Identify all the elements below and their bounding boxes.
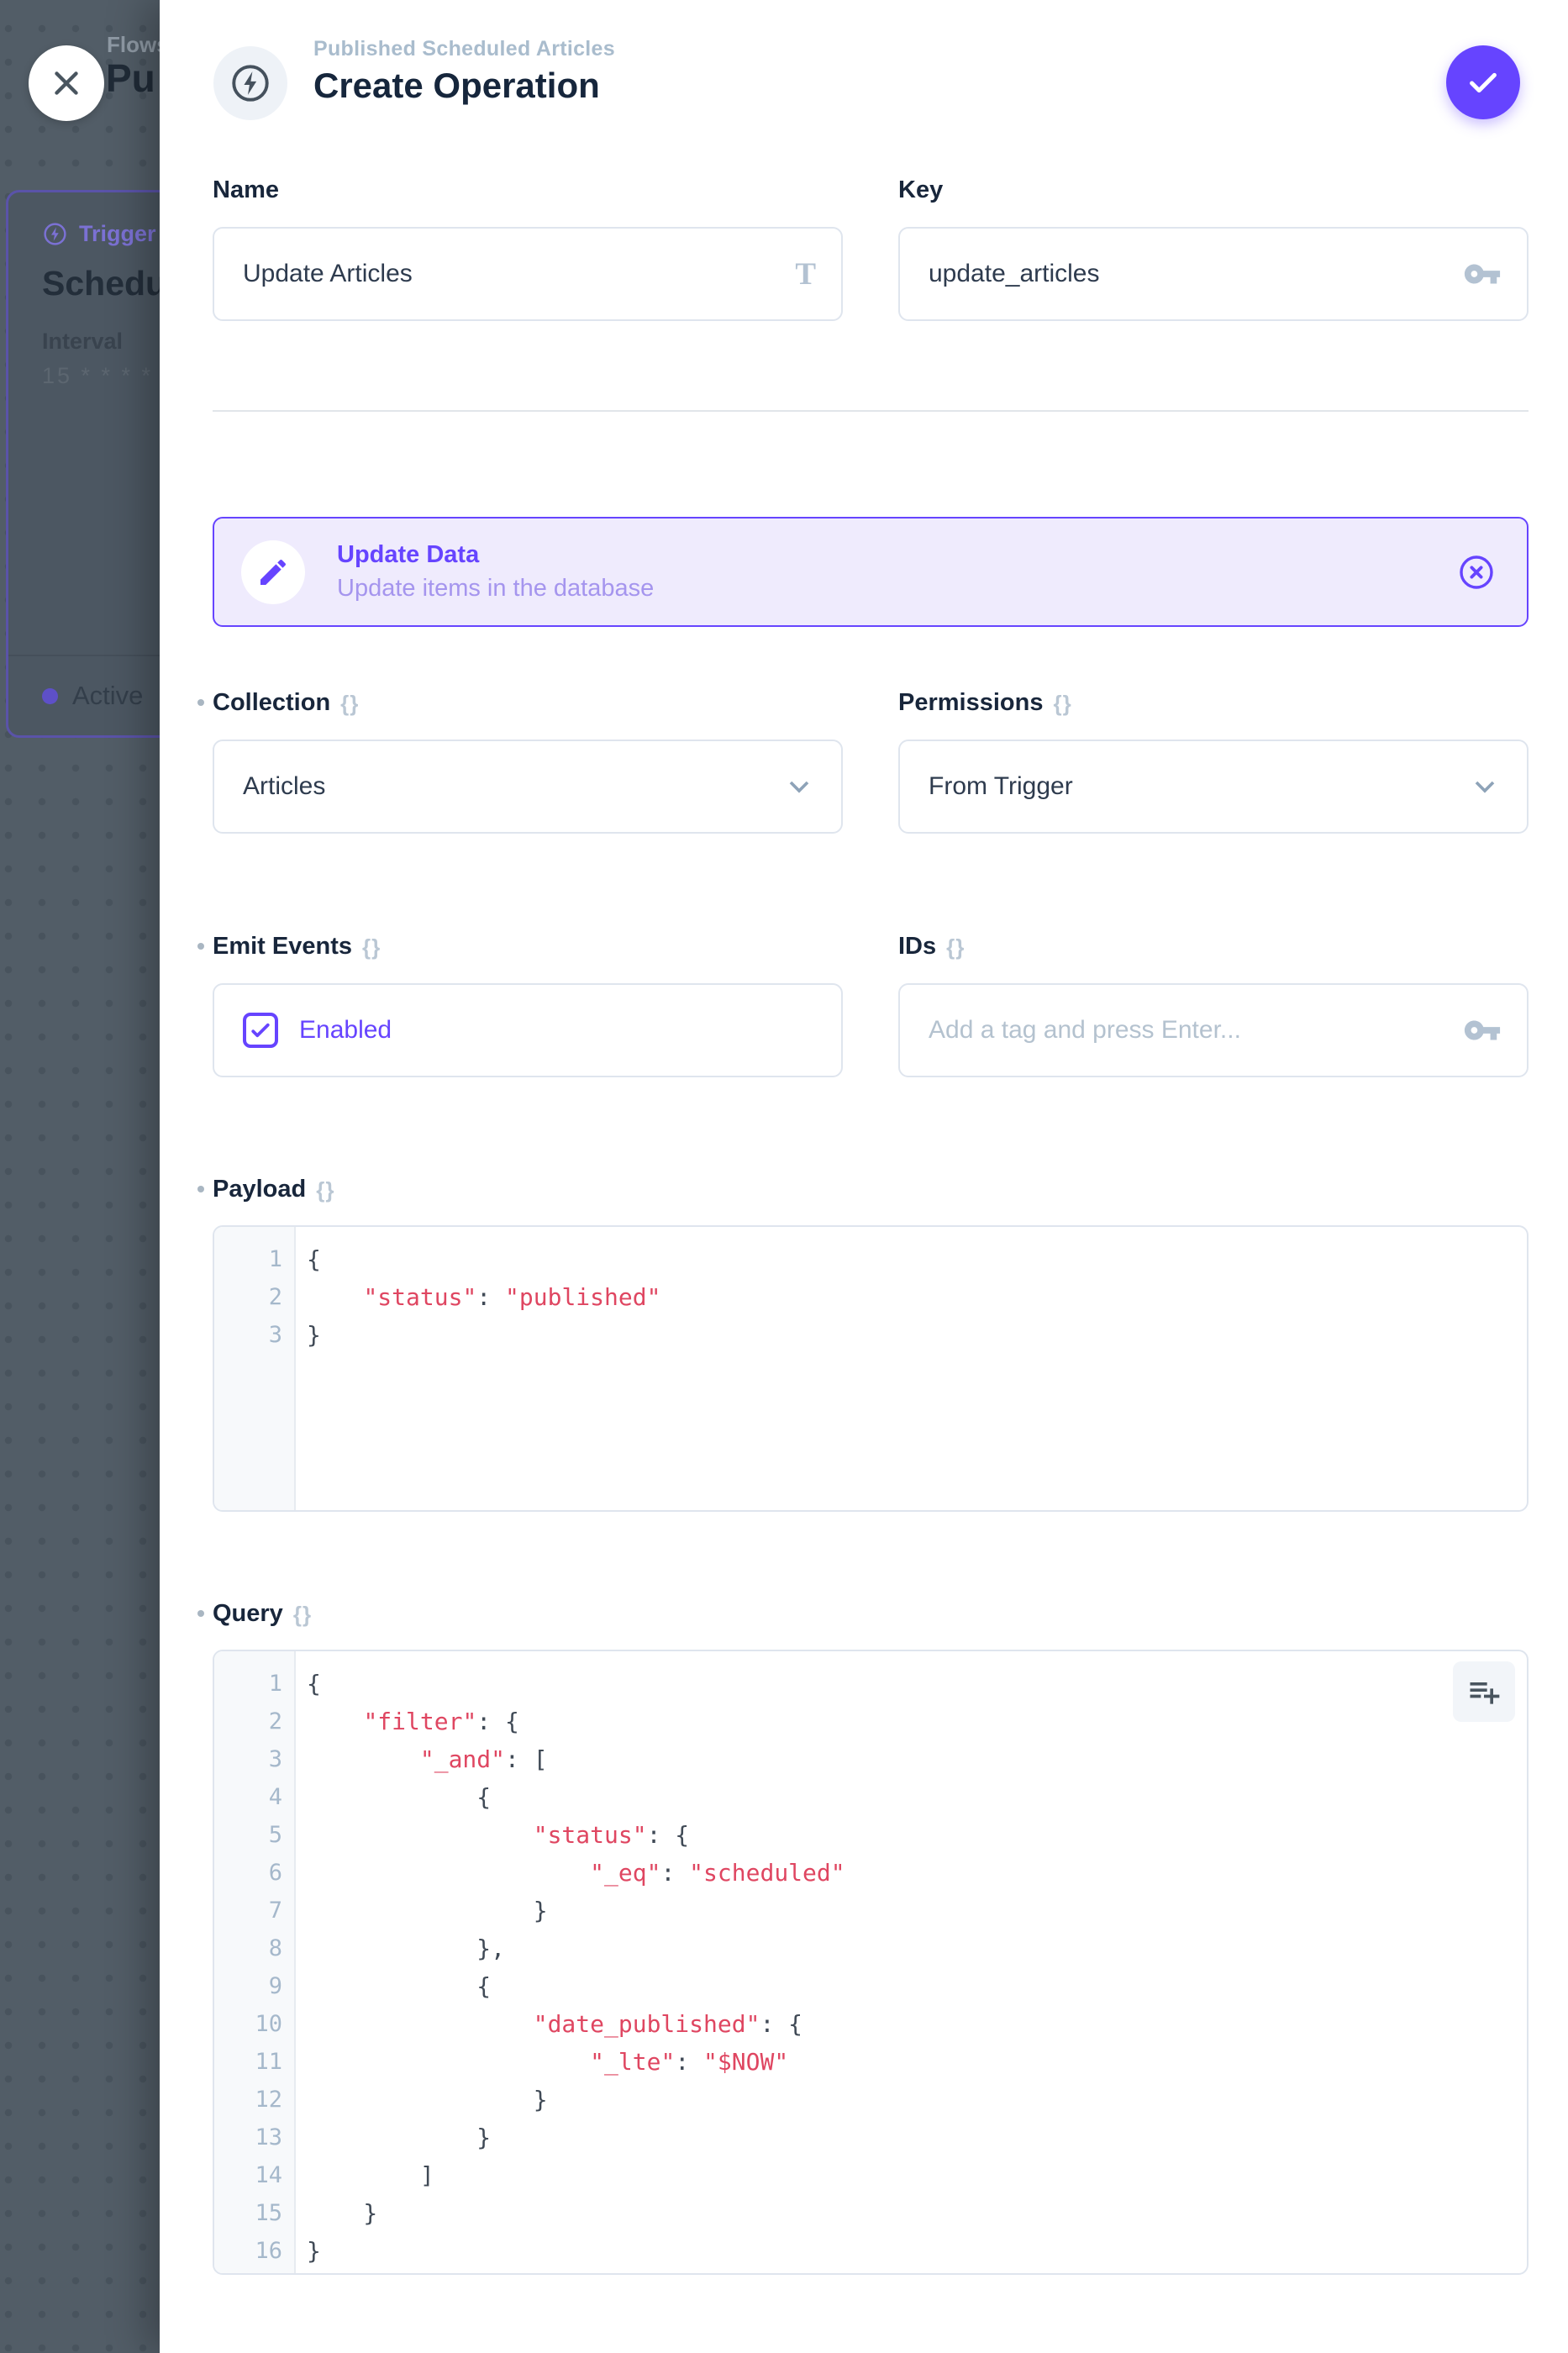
- name-label: Name: [213, 175, 843, 205]
- collection-select[interactable]: Articles: [213, 740, 843, 834]
- ids-label: IDs {}: [898, 931, 1529, 961]
- close-drawer-button[interactable]: [29, 45, 104, 121]
- required-dot: [197, 1186, 204, 1192]
- raw-value-icon[interactable]: {}: [1053, 689, 1071, 717]
- playlist-add-icon: [1465, 1673, 1502, 1710]
- title-icon: T: [795, 256, 816, 292]
- query-field-group: Query {} 12345678910111213141516 { "filt…: [213, 1598, 1529, 2275]
- key-icon: [1463, 1011, 1502, 1050]
- operation-icon-circle: [213, 46, 287, 120]
- name-field-group: Name T: [213, 175, 843, 321]
- pencil-icon: [256, 555, 290, 589]
- key-label-text: Key: [898, 176, 943, 204]
- permissions-label-text: Permissions: [898, 689, 1043, 717]
- deselect-operation-icon[interactable]: [1456, 552, 1497, 592]
- banner-title: Update Data: [337, 541, 1456, 569]
- drawer-title-block: Published Scheduled Articles Create Oper…: [313, 37, 615, 106]
- collection-label-text: Collection: [213, 689, 330, 717]
- raw-value-icon[interactable]: {}: [316, 1176, 334, 1203]
- section-divider: [213, 410, 1529, 412]
- line-number-gutter: 12345678910111213141516: [214, 1651, 296, 2273]
- banner-subtitle: Update items in the database: [337, 575, 1456, 603]
- banner-text: Update Data Update items in the database: [337, 541, 1456, 603]
- line-number-gutter: 123: [214, 1227, 296, 1510]
- code-area[interactable]: { "filter": { "_and": [ { "status": { "_…: [296, 1651, 1527, 2273]
- emit-events-field-group: Emit Events {} Enabled: [213, 931, 843, 1077]
- create-operation-drawer: Published Scheduled Articles Create Oper…: [160, 0, 1568, 2353]
- query-label-text: Query: [213, 1600, 283, 1628]
- template-insert-button[interactable]: [1453, 1661, 1515, 1722]
- operation-type-banner[interactable]: Update Data Update items in the database: [213, 517, 1529, 627]
- collection-field-group: Collection {} Articles: [213, 687, 843, 834]
- raw-value-icon[interactable]: {}: [946, 933, 965, 961]
- name-input-box: T: [213, 227, 843, 321]
- chevron-down-icon: [1468, 770, 1502, 803]
- check-icon: [1464, 63, 1502, 102]
- permissions-value: From Trigger: [929, 772, 1468, 801]
- emit-events-checkbox-label[interactable]: Enabled: [299, 1016, 392, 1045]
- ids-input-box: [898, 983, 1529, 1077]
- ids-field-group: IDs {}: [898, 931, 1529, 1077]
- status-label: Active: [72, 681, 143, 711]
- query-code-editor[interactable]: 12345678910111213141516 { "filter": { "_…: [213, 1650, 1529, 2275]
- key-field-group: Key: [898, 175, 1529, 321]
- payload-field-group: Payload {} 123 { "status": "published"}: [213, 1174, 1529, 1512]
- payload-label: Payload {}: [213, 1174, 1529, 1204]
- trigger-badge-label: Trigger: [79, 221, 156, 247]
- required-dot: [197, 943, 204, 950]
- raw-value-icon[interactable]: {}: [340, 689, 359, 717]
- name-input[interactable]: [243, 260, 795, 288]
- payload-label-text: Payload: [213, 1176, 306, 1203]
- emit-events-checkbox[interactable]: [243, 1013, 278, 1048]
- payload-code-editor[interactable]: 123 { "status": "published"}: [213, 1225, 1529, 1512]
- query-label: Query {}: [213, 1598, 1529, 1629]
- collection-value: Articles: [243, 772, 782, 801]
- emit-events-label: Emit Events {}: [213, 931, 843, 961]
- permissions-field-group: Permissions {} From Trigger: [898, 687, 1529, 834]
- key-icon: [1463, 255, 1502, 293]
- bolt-circle-icon: [229, 61, 272, 105]
- key-input-box: [898, 227, 1529, 321]
- required-dot: [197, 699, 204, 706]
- banner-icon-circle: [241, 540, 305, 604]
- collection-label: Collection {}: [213, 687, 843, 718]
- raw-value-icon[interactable]: {}: [362, 933, 381, 961]
- name-label-text: Name: [213, 176, 279, 204]
- flows-page-title: Pu: [106, 55, 155, 101]
- key-label: Key: [898, 175, 1529, 205]
- permissions-select[interactable]: From Trigger: [898, 740, 1529, 834]
- drawer-title: Create Operation: [313, 66, 615, 106]
- code-area[interactable]: { "status": "published"}: [296, 1227, 1527, 1510]
- bolt-circle-icon: [42, 221, 68, 247]
- raw-value-icon[interactable]: {}: [293, 1600, 312, 1628]
- required-dot: [197, 1610, 204, 1617]
- drawer-breadcrumb: Published Scheduled Articles: [313, 37, 615, 61]
- drawer-content: Name T Key: [160, 175, 1568, 2275]
- drawer-header: Published Scheduled Articles Create Oper…: [160, 0, 1568, 168]
- ids-label-text: IDs: [898, 933, 936, 961]
- ids-tag-input[interactable]: [929, 1016, 1463, 1045]
- status-dot: [42, 688, 58, 704]
- emit-events-label-text: Emit Events: [213, 933, 352, 961]
- check-icon: [248, 1018, 273, 1043]
- key-input[interactable]: [929, 260, 1463, 288]
- permissions-label: Permissions {}: [898, 687, 1529, 718]
- emit-events-box: Enabled: [213, 983, 843, 1077]
- save-operation-button[interactable]: [1446, 45, 1520, 119]
- close-icon: [47, 64, 86, 103]
- chevron-down-icon: [782, 770, 816, 803]
